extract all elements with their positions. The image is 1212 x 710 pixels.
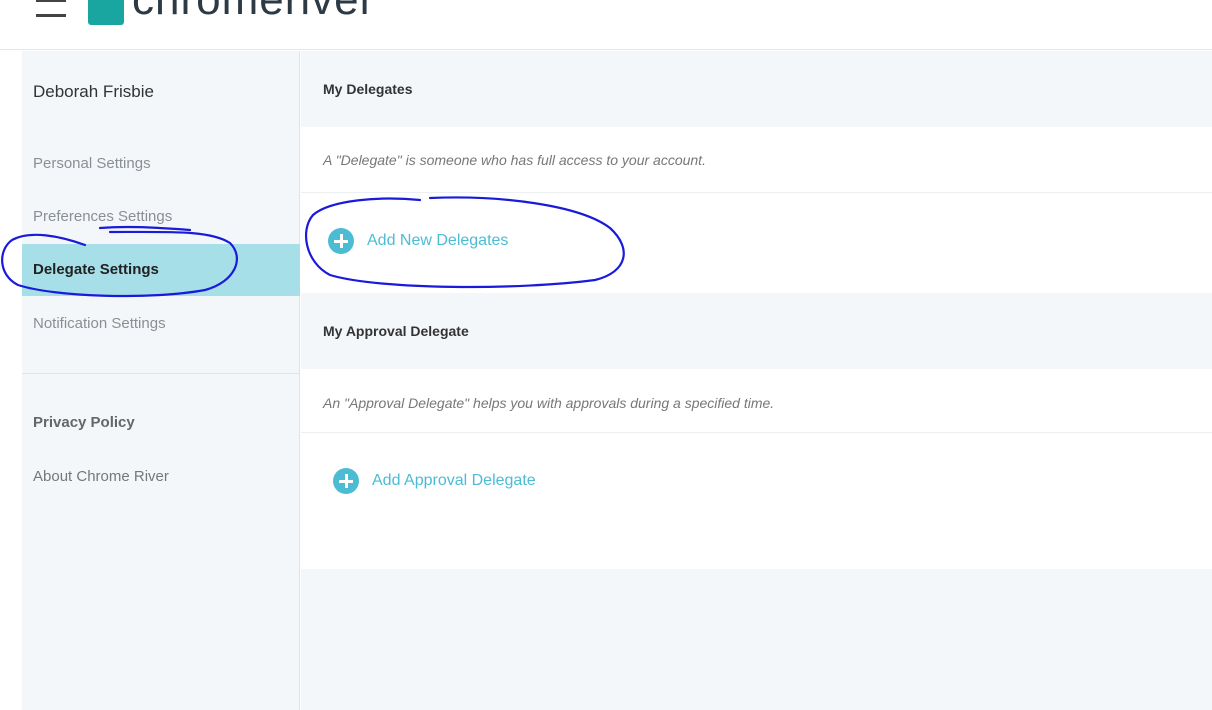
- my-delegates-section: A "Delegate" is someone who has full acc…: [301, 127, 1212, 293]
- user-name: Deborah Frisbie: [33, 82, 154, 101]
- add-approval-delegate-label: Add Approval Delegate: [372, 472, 536, 489]
- approval-delegate-section: An "Approval Delegate" helps you with ap…: [301, 369, 1212, 569]
- top-bar: chromeriver: [0, 0, 1212, 50]
- sidebar-item-notification-settings[interactable]: Notification Settings: [22, 298, 300, 350]
- about-chrome-river-link[interactable]: About Chrome River: [33, 468, 169, 485]
- add-new-delegates-label: Add New Delegates: [367, 232, 509, 249]
- approval-description: An "Approval Delegate" helps you with ap…: [323, 395, 775, 411]
- add-new-delegates-button[interactable]: Add New Delegates: [328, 228, 508, 254]
- sidebar-divider: [22, 373, 300, 374]
- my-approval-delegate-header: My Approval Delegate: [301, 293, 1212, 369]
- logo-mark-icon: [88, 0, 124, 25]
- delegate-settings-panel: My Delegates A "Delegate" is someone who…: [301, 51, 1212, 710]
- logo-text: chromeriver: [132, 0, 375, 25]
- chrome-river-logo[interactable]: chromeriver: [88, 0, 375, 30]
- settings-sidebar: Deborah Frisbie Personal Settings Prefer…: [22, 51, 300, 710]
- add-approval-delegate-button[interactable]: Add Approval Delegate: [333, 468, 536, 494]
- privacy-policy-link[interactable]: Privacy Policy: [33, 414, 135, 431]
- sidebar-item-preferences-settings[interactable]: Preferences Settings: [22, 191, 300, 243]
- hamburger-menu-icon[interactable]: [36, 0, 66, 22]
- my-delegates-header: My Delegates: [301, 51, 1212, 127]
- delegates-divider: [301, 192, 1212, 193]
- plus-circle-icon: [333, 468, 359, 494]
- approval-divider: [301, 432, 1212, 433]
- plus-circle-icon: [328, 228, 354, 254]
- sidebar-item-delegate-settings[interactable]: Delegate Settings: [22, 244, 300, 296]
- sidebar-item-personal-settings[interactable]: Personal Settings: [22, 138, 300, 190]
- delegates-description: A "Delegate" is someone who has full acc…: [323, 152, 706, 168]
